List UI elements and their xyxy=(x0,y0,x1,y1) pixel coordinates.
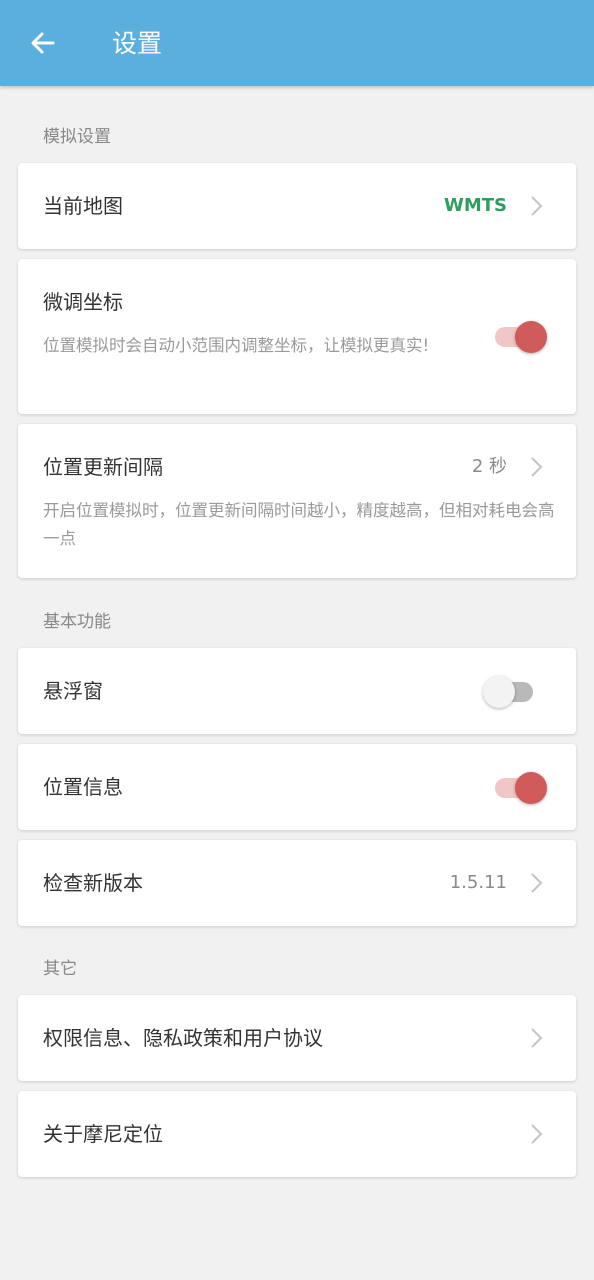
chevron-right-icon xyxy=(531,1124,543,1144)
app-version-value: 1.5.11 xyxy=(449,872,507,893)
chevron-right-icon xyxy=(531,196,543,216)
toggle-knob xyxy=(515,321,547,353)
fine-tune-coords-label: 微调坐标 xyxy=(43,290,123,314)
check-update-row[interactable]: 检查新版本 1.5.11 xyxy=(18,840,576,926)
permissions-privacy-label: 权限信息、隐私政策和用户协议 xyxy=(43,1026,323,1050)
section-header-simulation: 模拟设置 xyxy=(43,127,111,147)
about-label: 关于摩尼定位 xyxy=(43,1122,163,1146)
location-info-label: 位置信息 xyxy=(43,775,123,799)
current-map-label: 当前地图 xyxy=(43,194,123,218)
section-header-basic: 基本功能 xyxy=(43,612,111,632)
toggle-knob xyxy=(515,772,547,804)
fine-tune-coords-row: 微调坐标 位置模拟时会自动小范围内调整坐标，让模拟更真实! xyxy=(18,259,576,414)
back-button[interactable] xyxy=(22,22,64,64)
check-update-label: 检查新版本 xyxy=(43,871,143,895)
fine-tune-coords-desc: 位置模拟时会自动小范围内调整坐标，让模拟更真实! xyxy=(43,336,430,355)
chevron-right-icon xyxy=(531,873,543,893)
location-info-toggle[interactable] xyxy=(495,771,547,805)
section-header-other: 其它 xyxy=(43,959,77,979)
floating-window-label: 悬浮窗 xyxy=(43,679,103,703)
update-interval-row[interactable]: 位置更新间隔 2 秒 开启位置模拟时，位置更新间隔时间越小，精度越高，但相对耗电… xyxy=(18,424,576,578)
chevron-right-icon xyxy=(531,457,543,477)
about-row[interactable]: 关于摩尼定位 xyxy=(18,1091,576,1177)
floating-window-row: 悬浮窗 xyxy=(18,648,576,734)
arrow-left-icon xyxy=(31,32,55,54)
app-bar: 设置 xyxy=(0,0,594,86)
page-title: 设置 xyxy=(112,29,163,58)
permissions-privacy-row[interactable]: 权限信息、隐私政策和用户协议 xyxy=(18,995,576,1081)
update-interval-label: 位置更新间隔 xyxy=(43,455,163,479)
update-interval-value: 2 秒 xyxy=(471,456,507,477)
fine-tune-coords-toggle[interactable] xyxy=(495,320,547,354)
toggle-knob xyxy=(483,676,515,708)
floating-window-toggle[interactable] xyxy=(483,675,535,709)
update-interval-desc: 开启位置模拟时，位置更新间隔时间越小，精度越高，但相对耗电会高一点 xyxy=(43,501,555,548)
current-map-row[interactable]: 当前地图 WMTS xyxy=(18,163,576,249)
current-map-value: WMTS xyxy=(443,195,507,216)
chevron-right-icon xyxy=(531,1028,543,1048)
location-info-row: 位置信息 xyxy=(18,744,576,830)
